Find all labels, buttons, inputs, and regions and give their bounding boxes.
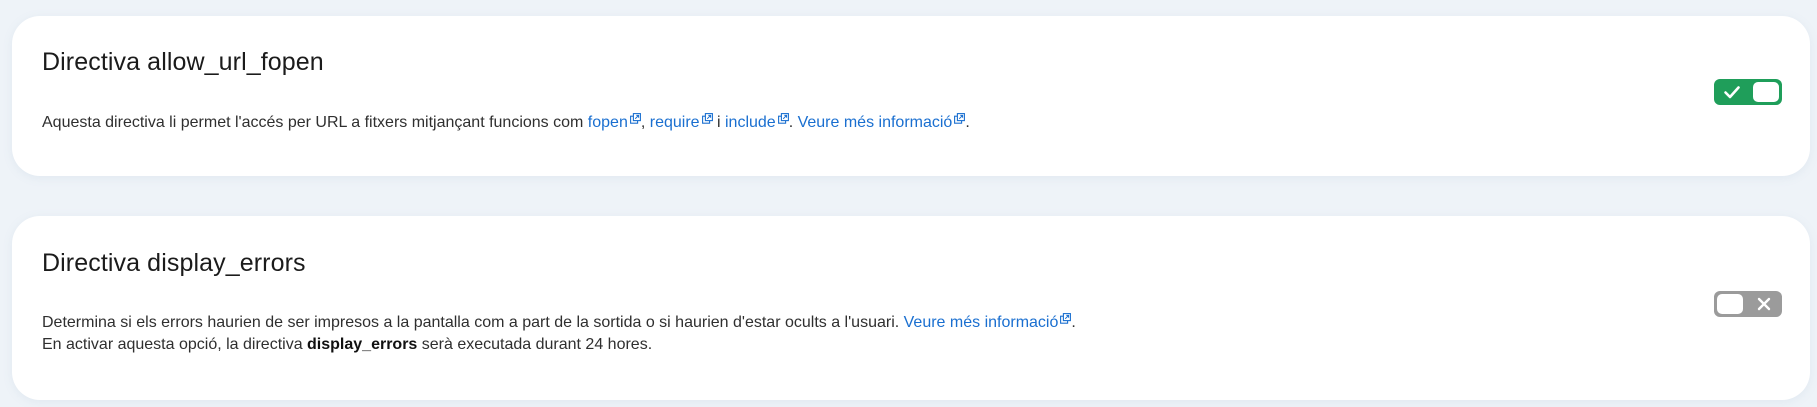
include-link-label: include: [725, 114, 776, 131]
external-link-icon: [954, 113, 966, 124]
setting-card-allow-url-fopen: Directiva allow_url_fopen Aquesta direct…: [12, 16, 1810, 176]
fopen-link-label: fopen: [587, 114, 628, 131]
allow-url-fopen-toggle[interactable]: [1714, 79, 1782, 105]
setting-description: Aquesta directiva li permet l'accés per …: [42, 112, 970, 134]
more-info-link-label: Veure més informació: [903, 314, 1059, 331]
require-link[interactable]: require: [649, 113, 713, 131]
end-period: .: [965, 114, 970, 131]
check-icon: [1723, 83, 1741, 106]
display-errors-toggle[interactable]: [1714, 291, 1782, 317]
separator-text: ,: [640, 114, 650, 131]
more-info-link[interactable]: Veure més informació: [903, 313, 1072, 331]
description-line2-text: En activar aquesta opció, la directiva: [42, 336, 308, 353]
description-text: Aquesta directiva li permet l'accés per …: [42, 114, 588, 131]
description-line2-suffix: serà executada durant 24 hores.: [417, 336, 653, 353]
fopen-link[interactable]: fopen: [587, 113, 641, 131]
external-link-icon: [629, 113, 641, 124]
toggle-knob: [1717, 294, 1743, 314]
more-info-link[interactable]: Veure més informació: [797, 113, 966, 131]
description-text: Determina si els errors haurien de ser i…: [42, 314, 904, 331]
directive-name: display_errors: [307, 336, 418, 353]
toggle-knob: [1753, 82, 1779, 102]
setting-title: Directiva display_errors: [42, 249, 306, 277]
end-period: .: [1071, 314, 1076, 331]
close-icon: [1755, 295, 1773, 318]
setting-description: Determina si els errors haurien de ser i…: [42, 312, 1076, 356]
external-link-icon: [1060, 313, 1072, 324]
external-link-icon: [777, 113, 789, 124]
separator-text: .: [788, 114, 798, 131]
include-link[interactable]: include: [725, 113, 789, 131]
separator-text: i: [712, 114, 725, 131]
external-link-icon: [701, 113, 713, 124]
setting-title: Directiva allow_url_fopen: [42, 48, 324, 76]
setting-card-display-errors: Directiva display_errors Determina si el…: [12, 216, 1810, 400]
require-link-label: require: [649, 114, 700, 131]
more-info-link-label: Veure més informació: [797, 114, 953, 131]
